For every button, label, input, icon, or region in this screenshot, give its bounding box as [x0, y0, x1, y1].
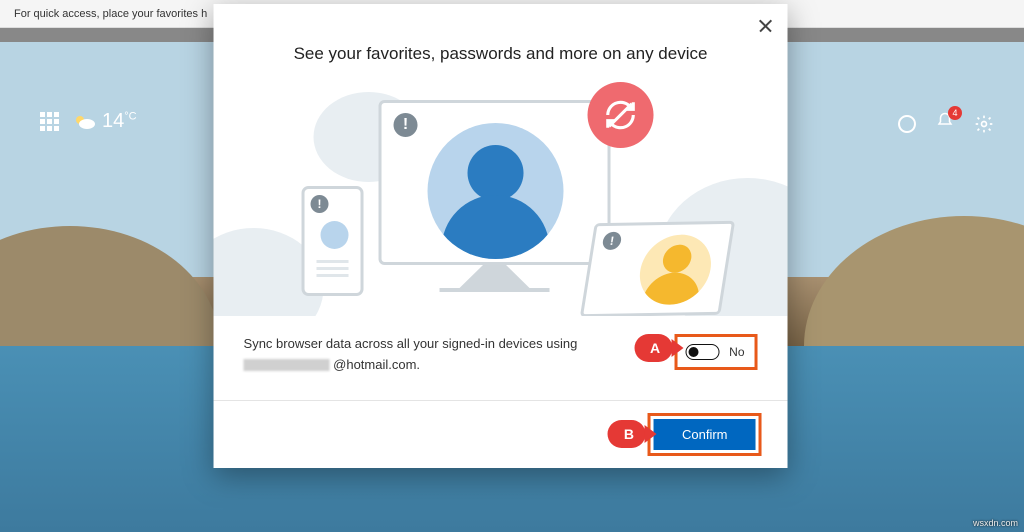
- sync-toggle[interactable]: [685, 344, 719, 360]
- gear-icon[interactable]: [974, 114, 994, 134]
- illustration-monitor: !: [379, 100, 611, 265]
- temperature-value: 14°C: [102, 110, 137, 133]
- header-left: 14°C: [40, 110, 137, 133]
- annotation-a: A: [634, 334, 672, 362]
- watermark: wsxdn.com: [973, 518, 1018, 528]
- decor-mountain: [804, 216, 1024, 346]
- redacted-email: [244, 359, 330, 371]
- sync-description: Sync browser data across all your signed…: [244, 334, 627, 376]
- alert-icon: !: [394, 113, 418, 137]
- dialog-footer: B Confirm: [214, 400, 788, 468]
- illustration: ! ! !: [214, 78, 788, 316]
- no-sync-icon: [588, 82, 654, 148]
- annotation-b: B: [608, 420, 646, 448]
- sync-option-row: Sync browser data across all your signed…: [214, 316, 788, 400]
- weather-widget[interactable]: 14°C: [74, 110, 137, 133]
- avatar-icon: [635, 234, 716, 305]
- alert-icon: !: [602, 232, 623, 250]
- confirm-button[interactable]: Confirm: [654, 419, 756, 450]
- notifications-button[interactable]: 4: [936, 112, 954, 135]
- confirm-highlight: Confirm: [648, 413, 762, 456]
- apps-grid-icon[interactable]: [40, 112, 60, 132]
- illustration-phone: !: [302, 186, 364, 296]
- favorites-hint-text: For quick access, place your favorites h: [14, 8, 207, 20]
- profile-icon[interactable]: [898, 115, 916, 133]
- header-right: 4: [898, 112, 994, 135]
- illustration-tablet: !: [588, 222, 728, 316]
- avatar-icon: [428, 123, 564, 259]
- sync-toggle-highlight: No: [674, 334, 757, 370]
- weather-icon: [74, 113, 96, 131]
- alert-icon: !: [311, 195, 329, 213]
- sync-dialog: See your favorites, passwords and more o…: [214, 4, 788, 468]
- notification-badge: 4: [948, 106, 962, 120]
- dialog-title: See your favorites, passwords and more o…: [214, 4, 788, 78]
- decor-mountain: [0, 226, 220, 346]
- toggle-label: No: [729, 345, 744, 359]
- close-icon[interactable]: [758, 18, 774, 34]
